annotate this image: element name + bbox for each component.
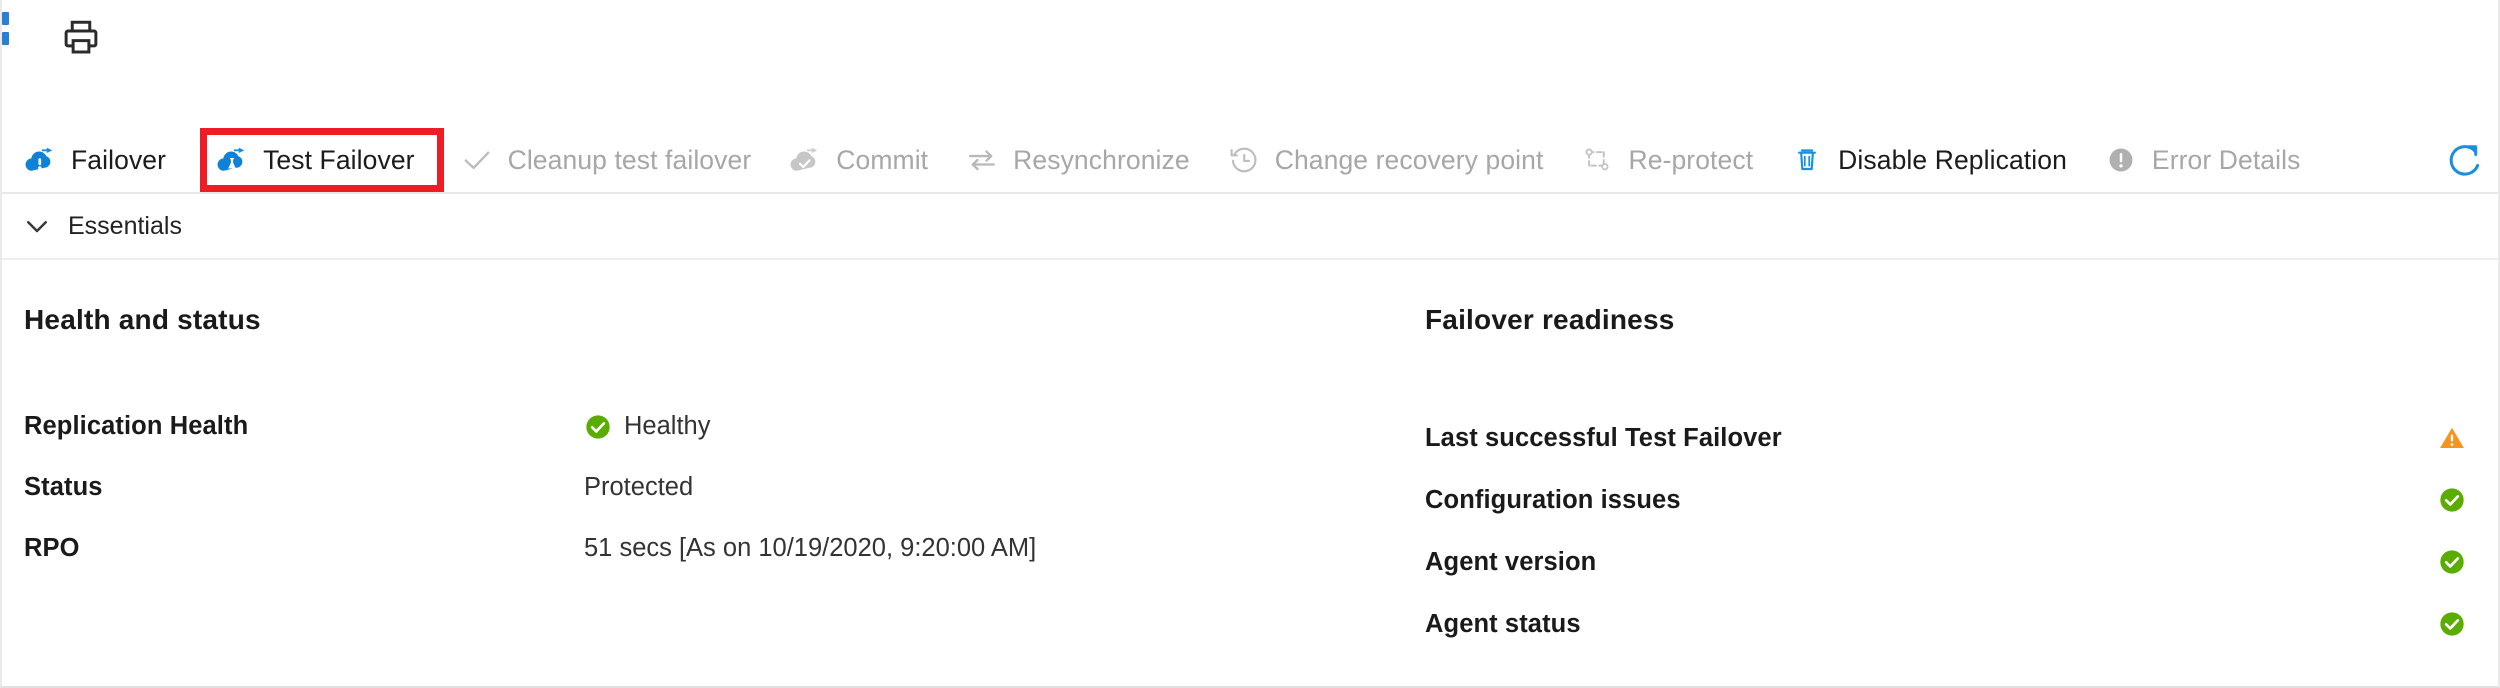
command-error-details[interactable]: Error Details bbox=[2095, 127, 2315, 193]
command-change-recovery-point-label: Change recovery point bbox=[1274, 144, 1544, 175]
table-row: Agent status bbox=[1425, 593, 2480, 655]
warning-triangle-icon bbox=[2438, 424, 2466, 452]
essentials-label: Essentials bbox=[68, 211, 182, 240]
command-re-protect-label: Re-protect bbox=[1628, 144, 1754, 175]
rpo-value: 51 secs [As on 10/19/2020, 9:20:00 AM] bbox=[584, 534, 1037, 562]
chevron-down-icon bbox=[20, 209, 54, 243]
rpo-value-group: 51 secs [As on 10/19/2020, 9:20:00 AM] bbox=[584, 534, 1036, 563]
replication-health-label: Replication Health bbox=[24, 412, 249, 440]
replication-health-value: Healthy bbox=[624, 412, 711, 440]
success-check-icon bbox=[2438, 548, 2466, 576]
cloud-commit-icon bbox=[785, 140, 825, 180]
health-and-status-list: Replication Health Healthy Status Protec… bbox=[24, 396, 1404, 579]
last-successful-test-failover-label: Last successful Test Failover bbox=[1425, 423, 1782, 452]
printer-icon[interactable] bbox=[60, 17, 102, 59]
command-resynchronize[interactable]: Resynchronize bbox=[956, 127, 1204, 193]
command-bar: Failover Test Failover Cleanup test fail… bbox=[2, 127, 2498, 194]
command-failover[interactable]: Failover bbox=[20, 127, 180, 193]
success-check-icon bbox=[584, 413, 612, 441]
cloud-failover-icon bbox=[20, 140, 60, 180]
essentials-content: Health and status Replication Health Hea… bbox=[2, 260, 2498, 686]
success-check-icon bbox=[2438, 610, 2466, 638]
agent-status-label: Agent status bbox=[1425, 609, 1581, 638]
status-label: Status bbox=[24, 473, 103, 501]
rpo-label: RPO bbox=[24, 534, 80, 562]
health-and-status-title: Health and status bbox=[24, 304, 261, 335]
left-edge-icon-sliver-bottom bbox=[2, 32, 9, 45]
clock-history-icon bbox=[1224, 140, 1264, 180]
agent-version-label: Agent version bbox=[1425, 547, 1597, 576]
table-row: Configuration issues bbox=[1425, 469, 2480, 531]
command-test-failover[interactable]: Test Failover bbox=[196, 127, 429, 193]
configuration-issues-label: Configuration issues bbox=[1425, 485, 1681, 514]
checkmark-icon bbox=[457, 140, 497, 180]
replication-item-overview-pane: Failover Test Failover Cleanup test fail… bbox=[0, 0, 2500, 688]
trash-icon bbox=[1787, 140, 1827, 180]
command-cleanup-test-failover-label: Cleanup test failover bbox=[507, 144, 752, 175]
command-failover-label: Failover bbox=[71, 144, 167, 175]
failover-readiness-list: Last successful Test Failover Configurat… bbox=[1425, 407, 2480, 655]
table-row: Last successful Test Failover bbox=[1425, 407, 2480, 469]
sync-arrows-icon bbox=[962, 140, 1002, 180]
command-re-protect[interactable]: Re-protect bbox=[1571, 127, 1767, 193]
command-error-details-label: Error Details bbox=[2151, 144, 2301, 175]
table-row: Replication Health Healthy bbox=[24, 396, 1404, 457]
essentials-section-header[interactable]: Essentials bbox=[2, 194, 2498, 260]
failover-readiness-title: Failover readiness bbox=[1425, 304, 1675, 335]
command-disable-replication[interactable]: Disable Replication bbox=[1781, 127, 2081, 193]
command-commit-label: Commit bbox=[836, 144, 929, 175]
command-disable-replication-label: Disable Replication bbox=[1838, 144, 2067, 175]
status-value: Protected bbox=[584, 473, 694, 501]
table-row: Agent version bbox=[1425, 531, 2480, 593]
table-row: RPO 51 secs [As on 10/19/2020, 9:20:00 A… bbox=[24, 518, 1404, 579]
top-strip bbox=[2, 0, 2498, 78]
cloud-test-failover-icon bbox=[212, 140, 252, 180]
error-circle-icon bbox=[2101, 140, 2141, 180]
replication-health-value-group: Healthy bbox=[584, 412, 710, 441]
success-check-icon bbox=[2438, 486, 2466, 514]
command-cleanup-test-failover[interactable]: Cleanup test failover bbox=[451, 127, 766, 193]
status-value-group: Protected bbox=[584, 473, 693, 502]
left-edge-icon-sliver-top bbox=[2, 12, 9, 25]
command-resynchronize-label: Resynchronize bbox=[1013, 144, 1190, 175]
table-row: Status Protected bbox=[24, 457, 1404, 518]
command-test-failover-label: Test Failover bbox=[263, 144, 415, 175]
command-commit[interactable]: Commit bbox=[779, 127, 942, 193]
command-change-recovery-point[interactable]: Change recovery point bbox=[1218, 127, 1558, 193]
reprotect-icon bbox=[1577, 140, 1617, 180]
refresh-icon[interactable] bbox=[2442, 137, 2488, 183]
